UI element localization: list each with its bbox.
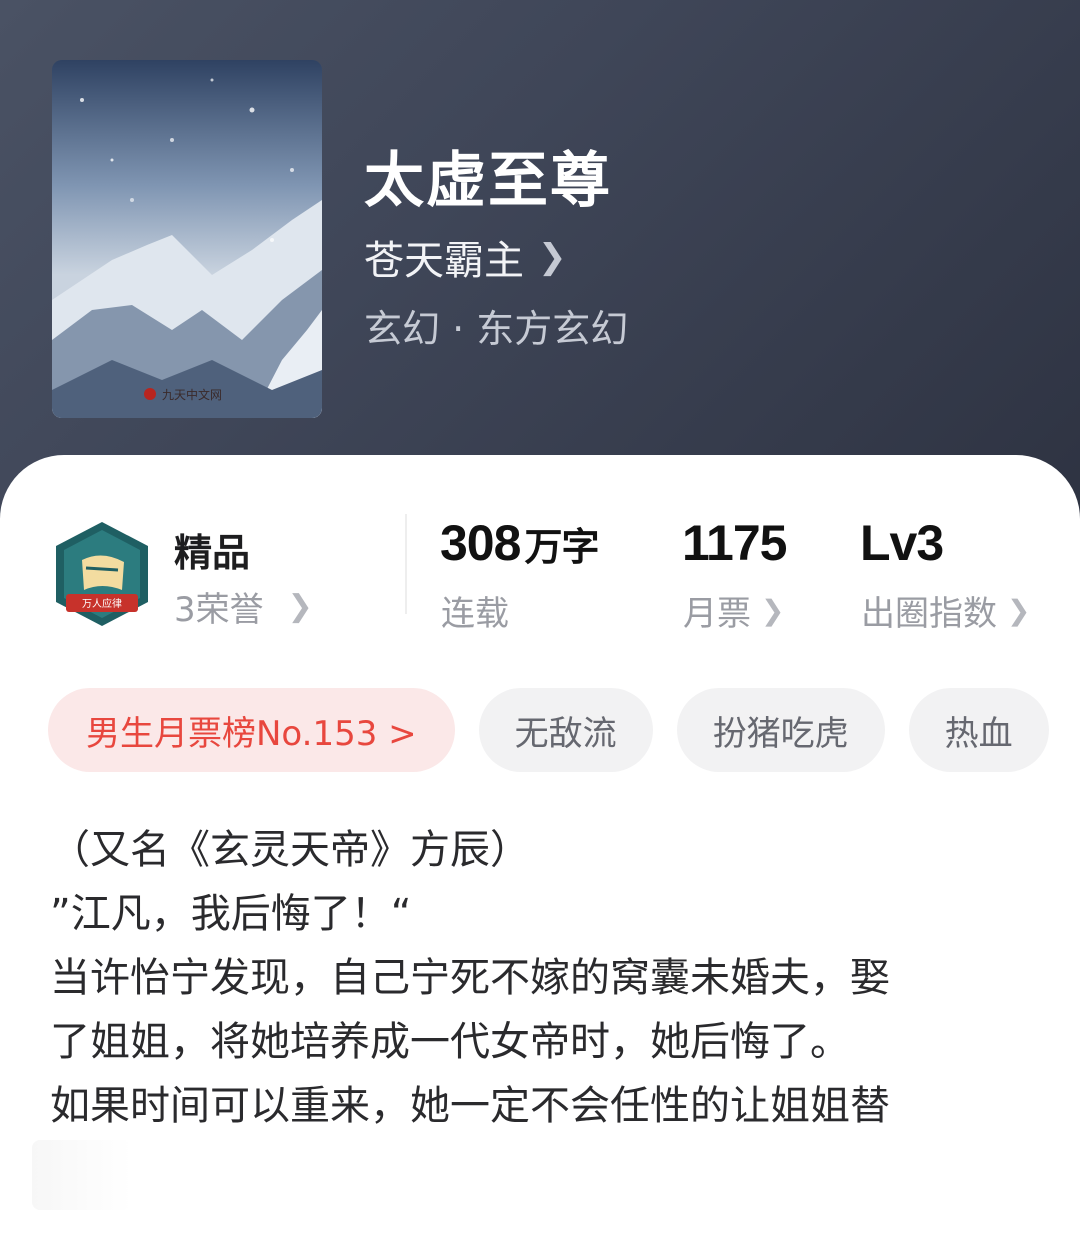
- description-line: （又名《玄灵天帝》方辰）: [50, 827, 530, 873]
- tag-item[interactable]: 扮猪吃虎: [676, 688, 885, 772]
- serial-status: 连载: [441, 594, 509, 634]
- word-count-unit: 万字: [524, 525, 599, 569]
- description-line: ”江凡，我后悔了！“: [50, 891, 412, 937]
- book-title: 太虚至尊: [364, 146, 612, 216]
- influence-value: Lv3: [860, 515, 944, 571]
- badge-label: 万人应律: [82, 597, 122, 610]
- rank-tag[interactable]: 男生月票榜No.153 >: [48, 688, 455, 772]
- monthly-votes-label: 月票: [683, 594, 751, 634]
- word-count-value: 308: [440, 515, 521, 571]
- divider: [405, 514, 407, 614]
- honor-link[interactable]: 3荣誉 ❯: [174, 582, 313, 631]
- monthly-votes-link[interactable]: 月票 ❯: [683, 586, 784, 635]
- fade-overlay: [32, 1140, 132, 1210]
- book-description[interactable]: （又名《玄灵天帝》方辰） ”江凡，我后悔了！“ 当许怡宁发现，自己宁死不嫁的窝囊…: [50, 818, 1010, 1138]
- cover-mountain-illustration: 九天中文网: [52, 60, 322, 418]
- honor-level: 精品: [174, 531, 251, 575]
- tag-item[interactable]: 热血: [908, 688, 1049, 772]
- word-count: 308 万字: [440, 514, 599, 572]
- influence-link[interactable]: 出圈指数 ❯: [861, 586, 1030, 635]
- description-line: 了姐姐，将她培养成一代女帝时，她后悔了。: [50, 1019, 850, 1065]
- monthly-votes-value: 1175: [682, 515, 787, 571]
- influence-label: 出圈指数: [861, 594, 997, 634]
- book-cover[interactable]: 九天中文网: [52, 60, 322, 418]
- cover-publisher-logo: 九天中文网: [162, 387, 222, 402]
- description-line: 如果时间可以重来，她一定不会任性的让姐姐替: [50, 1083, 890, 1129]
- honor-count: 3荣誉: [174, 590, 264, 630]
- author-link[interactable]: 苍天霸主 ❯: [364, 228, 567, 286]
- quality-badge-icon[interactable]: 万人应律: [52, 520, 152, 628]
- description-line: 当许怡宁发现，自己宁死不嫁的窝囊未婚夫，娶: [50, 955, 890, 1001]
- chevron-right-icon: ❯: [287, 589, 313, 624]
- book-genre: 玄幻 · 东方玄幻: [364, 307, 629, 351]
- tag-list: 男生月票榜No.153 > 无敌流 扮猪吃虎 热血: [48, 688, 1049, 774]
- chevron-right-icon: ❯: [761, 594, 785, 627]
- chevron-right-icon: ❯: [1007, 594, 1031, 627]
- tag-item[interactable]: 无敌流: [478, 688, 653, 772]
- author-name: 苍天霸主: [364, 238, 524, 284]
- chevron-right-icon: ❯: [538, 237, 567, 277]
